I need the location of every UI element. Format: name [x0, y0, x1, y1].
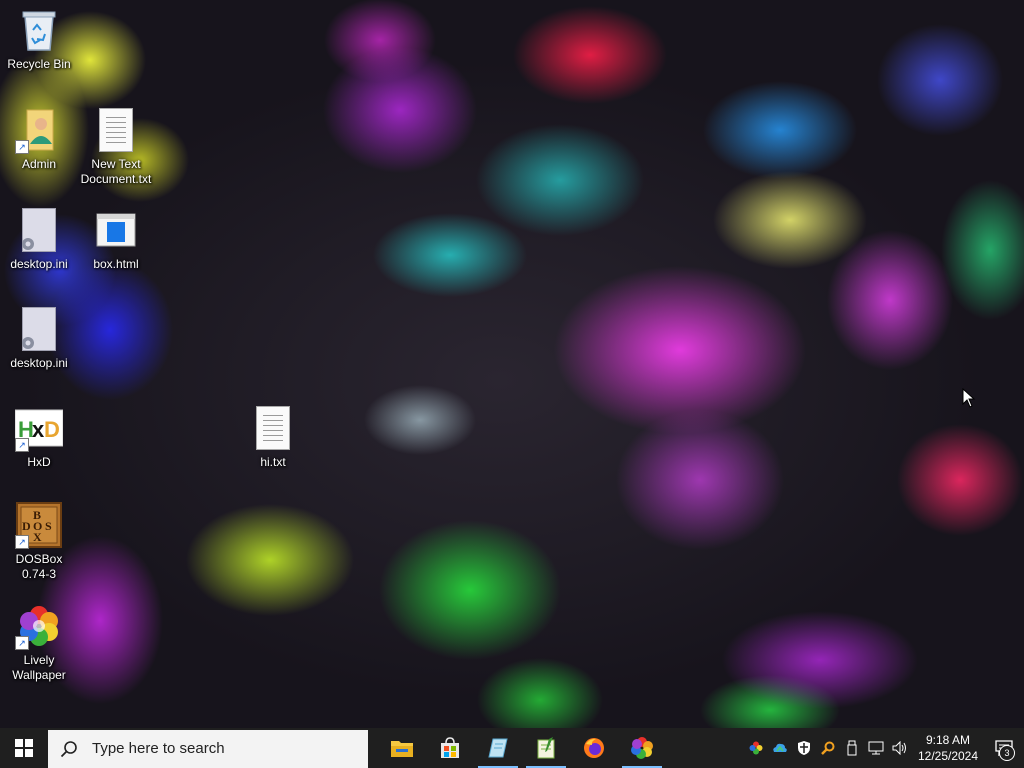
settings-file-icon — [15, 206, 63, 254]
icon-label: Lively Wallpaper — [12, 653, 66, 682]
notepadpp-icon — [537, 737, 555, 759]
text-file-icon — [92, 106, 140, 154]
taskbar-notepad[interactable] — [474, 728, 522, 768]
user-folder-icon: ↗ — [15, 106, 63, 154]
desktop-ini-file[interactable]: desktop.ini — [1, 206, 77, 272]
svg-text:D: D — [22, 519, 31, 533]
notification-count-badge: 3 — [999, 745, 1015, 761]
usb-device-icon[interactable] — [840, 728, 864, 768]
icon-label: hi.txt — [260, 455, 286, 469]
svg-text:D: D — [44, 417, 60, 442]
taskbar-clock[interactable]: 9:18 AM 12/25/2024 — [912, 728, 984, 768]
settings-file-icon — [15, 305, 63, 353]
network-icon[interactable] — [864, 728, 888, 768]
mouse-cursor-icon — [962, 387, 976, 413]
hi-txt-file[interactable]: hi.txt — [235, 404, 311, 470]
lively-wallpaper-icon: ↗ — [15, 602, 63, 650]
icon-label: Recycle Bin — [7, 57, 71, 71]
icon-label: DOSBox 0.74-3 — [15, 552, 63, 581]
svg-text:X: X — [33, 530, 42, 544]
firefox-icon — [584, 738, 604, 758]
shortcut-arrow-icon: ↗ — [15, 535, 29, 549]
new-text-document-file[interactable]: New Text Document.txt — [78, 106, 154, 187]
box-html-file[interactable]: box.html — [78, 206, 154, 272]
taskbar-store[interactable] — [426, 728, 474, 768]
search-placeholder: Type here to search — [92, 740, 225, 757]
system-tray: 9:18 AM 12/25/2024 3 — [744, 728, 1024, 768]
start-button[interactable] — [0, 728, 48, 768]
clock-date: 12/25/2024 — [917, 749, 979, 763]
hxd-shortcut[interactable]: H x D ↗ HxD — [1, 404, 77, 470]
taskbar-file-explorer[interactable] — [378, 728, 426, 768]
desktop-ini-file[interactable]: desktop.ini — [1, 305, 77, 371]
hxd-app-icon: H x D ↗ — [15, 404, 63, 452]
text-file-icon — [249, 404, 297, 452]
recycle-bin-icon — [15, 6, 63, 54]
file-explorer-icon — [391, 741, 413, 757]
shortcut-arrow-icon: ↗ — [15, 438, 29, 452]
svg-text:S: S — [45, 519, 52, 533]
dosbox-app-icon: B D O S X ↗ — [15, 501, 63, 549]
icon-label: desktop.ini — [10, 356, 68, 370]
icon-label: New Text Document.txt — [80, 157, 152, 186]
admin-folder-shortcut[interactable]: ↗ Admin — [1, 106, 77, 172]
taskbar-search-box[interactable]: Type here to search — [48, 729, 368, 768]
lively-wallpaper-shortcut[interactable]: ↗ Lively Wallpaper — [1, 602, 77, 683]
recycle-bin-shortcut[interactable]: Recycle Bin — [1, 6, 77, 72]
icon-label: Admin — [21, 157, 56, 171]
dosbox-shortcut[interactable]: B D O S X ↗ DOSBox 0.74-3 — [1, 501, 77, 582]
shortcut-arrow-icon: ↗ — [15, 140, 29, 154]
notepad-icon — [488, 738, 508, 758]
icon-label: box.html — [93, 257, 139, 271]
search-icon — [60, 740, 77, 757]
taskbar-firefox[interactable] — [570, 728, 618, 768]
notification-center-button[interactable]: 3 — [984, 728, 1024, 768]
icon-label: desktop.ini — [10, 257, 68, 271]
store-icon — [441, 737, 459, 758]
taskbar-notepadpp[interactable] — [522, 728, 570, 768]
html-file-icon — [92, 206, 140, 254]
shortcut-arrow-icon: ↗ — [15, 636, 29, 650]
volume-icon[interactable] — [888, 728, 912, 768]
desktop-background: Recycle Bin ↗ Admin New Text Document.tx… — [0, 0, 1024, 728]
search-tool-icon[interactable] — [816, 728, 840, 768]
cloud-sync-icon[interactable] — [768, 728, 792, 768]
lively-wallpaper-icon — [631, 737, 653, 759]
security-shield-icon[interactable] — [792, 728, 816, 768]
icon-label: HxD — [27, 455, 51, 469]
taskbar-lively-wallpaper[interactable] — [618, 728, 666, 768]
windows-start-icon — [15, 739, 33, 757]
taskbar: Type here to search 9:18 AM 12/25/2024 3 — [0, 728, 1024, 768]
lively-tray-icon[interactable] — [744, 728, 768, 768]
clock-time: 9:18 AM — [925, 733, 971, 747]
